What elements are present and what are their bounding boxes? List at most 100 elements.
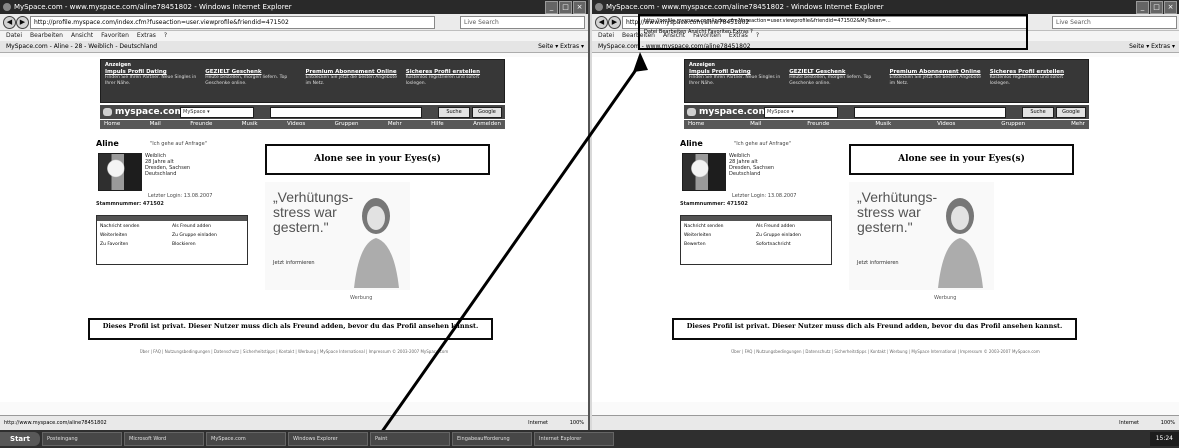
ie-icon [3, 3, 11, 11]
taskbar-item[interactable]: Posteingang [42, 432, 122, 446]
action-im[interactable]: Sofortnachricht [756, 240, 828, 249]
back-icon[interactable]: ◀ [595, 16, 608, 29]
taskbar-item[interactable]: Paint [370, 432, 450, 446]
ad-banner: Anzeigen Impuls Profil Dating Finden Sie … [684, 59, 1089, 103]
close-icon[interactable]: × [1164, 1, 1177, 14]
nav-music[interactable]: Musik [242, 120, 258, 129]
url-highlight-box: http://profile.myspace.com/index.cfm?fus… [638, 14, 1028, 50]
forward-icon[interactable]: ▶ [16, 16, 29, 29]
nav-help[interactable]: Hilfe [431, 120, 444, 129]
action-forward[interactable]: Weiterleiten [100, 231, 172, 240]
search-scope-select[interactable]: MySpace ▾ [764, 107, 838, 118]
taskbar-item[interactable]: Eingabeaufforderung [452, 432, 532, 446]
left-status-bar: http://www.myspace.com/aline78451802 Int… [0, 415, 588, 430]
profile-info: Weiblich 28 Jahre alt Dresden, Sachsen Deu… [145, 153, 191, 177]
left-tab[interactable]: MySpace.com - Aline - 28 - Weiblich - De… [6, 43, 157, 50]
avatar[interactable] [98, 153, 142, 191]
taskbar-item[interactable]: Internet Explorer [534, 432, 614, 446]
start-button[interactable]: Start [0, 432, 40, 446]
nav-videos[interactable]: Videos [937, 120, 955, 129]
ad-item[interactable]: Impuls Profil Dating Finden Sie Ihren Par… [105, 69, 199, 86]
nav-more[interactable]: Mehr [1071, 120, 1085, 129]
myspace-search-input[interactable] [270, 107, 422, 118]
menu-favoriten[interactable]: Favoriten [101, 31, 129, 41]
forward-icon[interactable]: ▶ [608, 16, 621, 29]
ad-item[interactable]: Premium Abonnement Online Entdecken Sie j… [306, 69, 400, 86]
taskbar-item[interactable]: MySpace.com [206, 432, 286, 446]
action-send-message[interactable]: Nachricht senden [100, 222, 172, 231]
nav-home[interactable]: Home [688, 120, 704, 129]
menu-datei[interactable]: Datei [6, 31, 22, 41]
google-button[interactable]: Google [1056, 107, 1086, 118]
minimize-icon[interactable]: _ [1136, 1, 1149, 14]
nav-mail[interactable]: Mail [150, 120, 161, 129]
myspace-logo[interactable]: myspace.com [687, 106, 768, 118]
ad-image[interactable]: „Verhütungs- stress war gestern." Jetzt … [265, 182, 410, 290]
action-bewerten[interactable]: Bewerten [684, 240, 756, 249]
menu-datei[interactable]: Datei [598, 31, 614, 41]
close-icon[interactable]: × [573, 1, 586, 14]
myspace-logo[interactable]: myspace.com [103, 106, 184, 118]
nav-videos[interactable]: Videos [287, 120, 305, 129]
nav-friends[interactable]: Freunde [807, 120, 829, 129]
ad-image[interactable]: „Verhütungs- stress war gestern." Jetzt … [849, 182, 994, 290]
taskbar-item[interactable]: Windows Explorer [288, 432, 368, 446]
profile-headline: "Ich gehe auf Anfrage" [150, 141, 207, 147]
left-address-bar[interactable]: http://profile.myspace.com/index.cfm?fus… [30, 16, 435, 29]
contact-box: Nachricht senden Als Freund adden Weiter… [680, 215, 832, 265]
search-scope-select[interactable]: MySpace ▾ [180, 107, 254, 118]
action-block[interactable]: Blockieren [172, 240, 244, 249]
page-footer[interactable]: Über | FAQ | Nutzungsbedingungen | Daten… [592, 349, 1179, 354]
ad-item[interactable]: Premium Abonnement Online Entdecken Sie j… [890, 69, 984, 86]
myspace-nav: Home Mail Freunde Musik Videos Gruppen M… [100, 120, 505, 129]
right-search-input[interactable]: Live Search [1052, 16, 1177, 29]
action-add-friend[interactable]: Als Freund adden [756, 222, 828, 231]
maximize-icon[interactable]: □ [1150, 1, 1163, 14]
ad-item[interactable]: Impuls Profil Dating Finden Sie Ihren Par… [689, 69, 783, 86]
action-invite-group[interactable]: Zu Gruppe einladen [756, 231, 828, 240]
last-login: Letzter Login: 13.08.2007 [732, 193, 797, 199]
ad-item[interactable]: Sicheres Profil erstellen Kostenlos regis… [990, 69, 1084, 86]
action-forward[interactable]: Weiterleiten [684, 231, 756, 240]
action-favorites[interactable]: Zu Favoriten [100, 240, 172, 249]
nav-mail[interactable]: Mail [750, 120, 761, 129]
myspace-search-input[interactable] [854, 107, 1006, 118]
menu-extras[interactable]: Extras [137, 31, 156, 41]
ad-cta[interactable]: Jetzt informieren [273, 260, 315, 266]
zoom-level[interactable]: 100% [570, 416, 584, 430]
ad-item[interactable]: Sicheres Profil erstellen Kostenlos regis… [406, 69, 500, 86]
myspace-search-button[interactable]: Suche [438, 107, 470, 118]
maximize-icon[interactable]: □ [559, 1, 572, 14]
google-button[interactable]: Google [472, 107, 502, 118]
left-page-content: Anzeigen Impuls Profil Dating Finden Sie … [0, 57, 588, 402]
status-zone: Internet [1119, 420, 1139, 426]
left-search-input[interactable]: Live Search [460, 16, 585, 29]
nav-home[interactable]: Home [104, 120, 120, 129]
action-send-message[interactable]: Nachricht senden [684, 222, 756, 231]
taskbar-item[interactable]: Microsoft Word [124, 432, 204, 446]
zoom-level[interactable]: 100% [1161, 416, 1175, 430]
minimize-icon[interactable]: _ [545, 1, 558, 14]
highlight-url: http://profile.myspace.com/index.cfm?fus… [644, 18, 891, 24]
myspace-search-button[interactable]: Suche [1022, 107, 1054, 118]
right-tools[interactable]: Seite ▾ Extras ▾ [1129, 41, 1175, 52]
nav-groups[interactable]: Gruppen [1001, 120, 1025, 129]
profile-name: Aline [680, 139, 703, 148]
nav-music[interactable]: Musik [875, 120, 891, 129]
back-icon[interactable]: ◀ [3, 16, 16, 29]
nav-more[interactable]: Mehr [388, 120, 402, 129]
nav-login[interactable]: Anmelden [473, 120, 501, 129]
menu-help[interactable]: ? [164, 31, 167, 41]
action-invite-group[interactable]: Zu Gruppe einladen [172, 231, 244, 240]
ad-item[interactable]: GEZIELT Geschenk Heute bestellen, morgen … [205, 69, 299, 86]
ad-cta[interactable]: Jetzt informieren [857, 260, 899, 266]
action-add-friend[interactable]: Als Freund adden [172, 222, 244, 231]
menu-bearbeiten[interactable]: Bearbeiten [30, 31, 63, 41]
avatar[interactable] [682, 153, 726, 191]
ad-item[interactable]: GEZIELT Geschenk Heute bestellen, morgen … [789, 69, 883, 86]
page-footer[interactable]: Über | FAQ | Nutzungsbedingungen | Daten… [0, 349, 588, 354]
menu-ansicht[interactable]: Ansicht [71, 31, 93, 41]
nav-friends[interactable]: Freunde [190, 120, 212, 129]
nav-groups[interactable]: Gruppen [335, 120, 359, 129]
left-tools[interactable]: Seite ▾ Extras ▾ [538, 41, 584, 52]
